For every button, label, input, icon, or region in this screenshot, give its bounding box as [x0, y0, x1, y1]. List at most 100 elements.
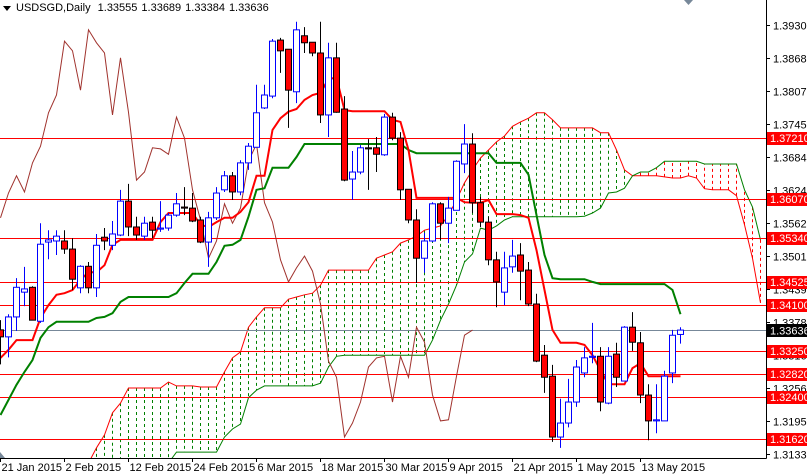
- candle-body: [517, 254, 524, 272]
- candle-body: [5, 316, 12, 338]
- candle: [549, 364, 556, 442]
- candle-body: [389, 116, 396, 139]
- candle-body: [637, 342, 644, 396]
- candle: [61, 230, 68, 254]
- symbol-timeframe: USDSGD,Daily: [16, 2, 91, 14]
- candle: [341, 96, 348, 182]
- candle-body: [237, 162, 244, 193]
- candle-body: [117, 200, 124, 236]
- tenkan-sen-line: [0, 76, 681, 386]
- level-price-label: 1.34100: [770, 300, 807, 312]
- candle-body: [213, 192, 220, 219]
- candle: [517, 243, 524, 301]
- candle-body: [629, 326, 636, 343]
- candle: [13, 278, 20, 331]
- candle-body: [85, 265, 92, 289]
- candle-body: [501, 267, 508, 293]
- candle-body: [317, 52, 324, 116]
- candle-body: [445, 207, 452, 224]
- candle-body: [181, 206, 188, 209]
- candle: [253, 84, 260, 148]
- candle: [317, 21, 324, 124]
- candle-body: [325, 57, 332, 116]
- price-tick-label: 1.39300: [773, 21, 807, 33]
- candle: [333, 42, 340, 113]
- candle-body: [173, 203, 180, 216]
- candle: [181, 187, 188, 216]
- candle-body: [37, 243, 44, 322]
- candle: [653, 384, 660, 434]
- current-price-label: 1.33636: [770, 326, 807, 338]
- candle: [437, 202, 444, 240]
- level-price-label: 1.32400: [770, 392, 807, 404]
- level-price-label: 1.34525: [770, 277, 807, 289]
- time-tick-label: 30 Mar 2015: [386, 462, 448, 474]
- candle-body: [597, 355, 604, 403]
- candle: [293, 21, 300, 104]
- candles: [0, 21, 684, 448]
- candle: [45, 230, 52, 260]
- candle: [453, 160, 460, 211]
- level-price-label: 1.32820: [770, 369, 807, 381]
- candle-body: [101, 236, 108, 242]
- candle-body: [397, 137, 404, 191]
- candle-body: [261, 94, 268, 109]
- level-price-label: 1.35340: [770, 233, 807, 245]
- candle-body: [149, 221, 156, 231]
- candle-body: [277, 39, 284, 52]
- candle: [365, 139, 372, 190]
- candle: [629, 312, 636, 351]
- candle-body: [269, 40, 276, 97]
- chikou-span-line: [0, 28, 473, 439]
- candle: [533, 293, 540, 363]
- ohlc-low: 1.33384: [185, 2, 225, 14]
- candle-body: [245, 145, 252, 164]
- candle: [637, 332, 644, 404]
- price-chart[interactable]: 1.393001.386851.380701.374551.368401.362…: [0, 0, 807, 475]
- candle-body: [477, 202, 484, 223]
- candle-body: [93, 244, 100, 289]
- candle-body: [589, 355, 596, 358]
- candle: [389, 112, 396, 141]
- candle-body: [493, 259, 500, 283]
- time-tick-label: 12 Feb 2015: [130, 462, 192, 474]
- candle-body: [429, 203, 436, 242]
- candle: [485, 216, 492, 266]
- candle: [557, 398, 564, 448]
- ichimoku-cloud: [90, 112, 761, 458]
- candle-body: [109, 233, 116, 246]
- time-tick-label: 21 Apr 2015: [514, 462, 573, 474]
- candle: [525, 261, 532, 307]
- candle: [261, 84, 268, 110]
- candle: [77, 265, 84, 294]
- time-tick-label: 24 Feb 2015: [194, 462, 256, 474]
- candle-body: [301, 35, 308, 44]
- candle-body: [77, 265, 84, 289]
- candle: [301, 27, 308, 54]
- candle: [197, 216, 204, 244]
- candle-body: [421, 240, 428, 259]
- candle: [29, 286, 36, 321]
- candle: [165, 212, 172, 231]
- candle: [101, 228, 108, 251]
- candle: [589, 322, 596, 364]
- candle: [597, 347, 604, 412]
- candle-body: [613, 353, 620, 378]
- time-tick-label: 6 Mar 2015: [258, 462, 314, 474]
- candle-body: [133, 226, 140, 236]
- candle-body: [349, 171, 356, 180]
- chart-shift-marker-icon[interactable]: [684, 0, 693, 5]
- collapse-triangle-icon[interactable]: [3, 5, 11, 11]
- candle: [109, 221, 116, 251]
- candle-body: [677, 329, 684, 335]
- candle: [541, 344, 548, 393]
- price-tick-label: 1.35010: [773, 252, 807, 264]
- candle-body: [461, 143, 468, 165]
- candle-body: [381, 116, 388, 156]
- candle: [381, 113, 388, 156]
- candle: [117, 189, 124, 237]
- candle-body: [437, 203, 444, 224]
- candle-body: [485, 221, 492, 261]
- candle-body: [573, 366, 580, 403]
- candle-body: [469, 143, 476, 204]
